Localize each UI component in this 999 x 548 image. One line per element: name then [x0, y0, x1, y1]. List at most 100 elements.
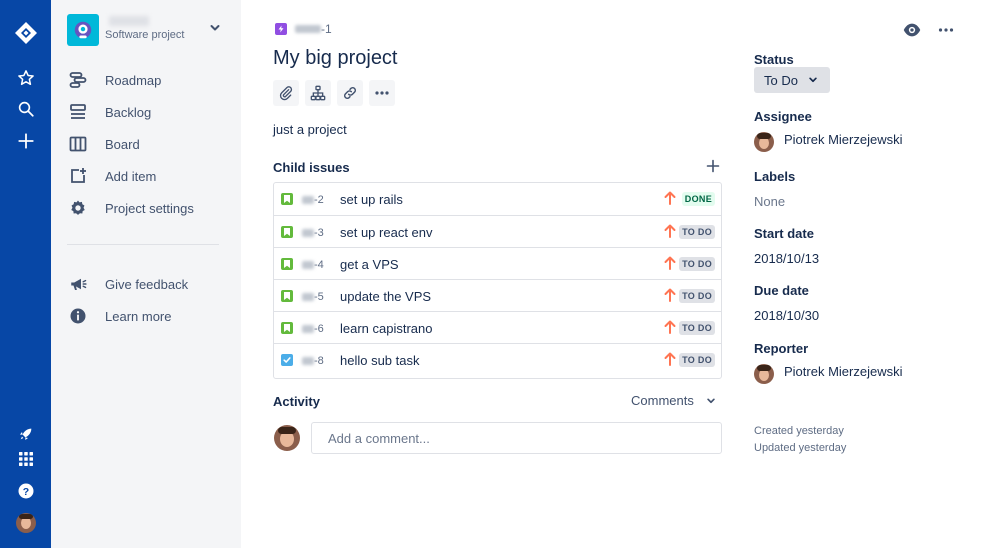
child-issues-list: -2 set up rails DONE -3 set up react env…: [273, 182, 722, 379]
child-issue-row[interactable]: -3 set up react env TO DO: [274, 215, 721, 247]
story-icon: [281, 290, 293, 302]
labels-value[interactable]: None: [754, 194, 785, 209]
user-avatar[interactable]: [0, 512, 51, 534]
add-child-icon[interactable]: [706, 159, 720, 176]
issue-key[interactable]: -5: [302, 291, 324, 303]
rocket-icon[interactable]: [0, 422, 51, 446]
watch-eye-icon[interactable]: [903, 22, 921, 41]
activity-filter-dropdown[interactable]: Comments: [631, 393, 716, 408]
priority-high-icon: [663, 190, 677, 209]
priority-high-icon: [663, 351, 677, 370]
due-date-value[interactable]: 2018/10/30: [754, 308, 819, 323]
create-child-button[interactable]: [305, 80, 331, 106]
issue-key[interactable]: -4: [302, 259, 324, 271]
sidebar-item-label: Learn more: [105, 308, 172, 324]
sidebar-item-add-item[interactable]: Add item: [67, 163, 227, 189]
jira-logo-icon[interactable]: [0, 18, 51, 48]
project-avatar[interactable]: [67, 14, 99, 46]
issue-summary[interactable]: get a VPS: [340, 257, 399, 272]
child-issues-heading: Child issues: [273, 160, 350, 175]
attachment-icon: [279, 86, 293, 101]
sidebar-divider: [67, 244, 219, 245]
status-value: To Do: [764, 72, 798, 88]
sidebar-item-label: Add item: [105, 168, 157, 184]
assignee-name: Piotrek Mierzejewski: [784, 132, 903, 147]
create-plus-icon[interactable]: [0, 129, 51, 153]
sidebar-item-learn-more[interactable]: Learn more: [67, 303, 227, 329]
issue-summary[interactable]: learn capistrano: [340, 321, 433, 336]
issue-title[interactable]: My big project: [273, 47, 398, 70]
issue-key[interactable]: -3: [302, 227, 324, 239]
child-issue-row[interactable]: -8 hello sub task TO DO: [274, 343, 721, 375]
story-icon: [281, 193, 293, 205]
global-navigation: ?: [0, 0, 51, 548]
activity-filter-label: Comments: [631, 393, 694, 408]
epic-icon: [275, 23, 287, 35]
megaphone-icon: [67, 273, 89, 295]
breadcrumb[interactable]: -1: [275, 22, 332, 36]
comment-input[interactable]: [311, 422, 722, 454]
help-icon[interactable]: ?: [0, 479, 51, 503]
assignee-avatar: [754, 132, 774, 152]
sidebar-item-label: Backlog: [105, 104, 152, 120]
issue-key[interactable]: -2: [302, 194, 324, 206]
labels-label: Labels: [754, 169, 796, 184]
status-badge: TO DO: [679, 225, 715, 239]
assignee-field[interactable]: Piotrek Mierzejewski: [754, 132, 903, 152]
reporter-field[interactable]: Piotrek Mierzejewski: [754, 364, 903, 384]
status-label: Status: [754, 52, 794, 67]
child-issue-row[interactable]: -6 learn capistrano TO DO: [274, 311, 721, 343]
activity-heading: Activity: [273, 394, 320, 409]
attach-button[interactable]: [273, 80, 299, 106]
sidebar-item-label: Give feedback: [105, 276, 189, 292]
app-switcher-icon[interactable]: [0, 447, 51, 471]
chevron-down-icon[interactable]: [209, 22, 221, 37]
breadcrumb-issue-key: -1: [321, 22, 332, 36]
issue-summary[interactable]: update the VPS: [340, 289, 431, 304]
backlog-icon: [67, 101, 89, 123]
assignee-label: Assignee: [754, 109, 812, 124]
child-issue-row[interactable]: -2 set up rails DONE: [274, 183, 721, 215]
sidebar-item-roadmap[interactable]: Roadmap: [67, 67, 227, 93]
star-icon[interactable]: [0, 66, 51, 90]
status-dropdown[interactable]: To Do: [754, 67, 830, 93]
sidebar-item-project-settings[interactable]: Project settings: [67, 195, 227, 221]
reporter-avatar: [754, 364, 774, 384]
story-icon: [281, 322, 293, 334]
search-icon[interactable]: [0, 97, 51, 121]
story-icon: [281, 226, 293, 238]
project-name-redacted: [109, 16, 149, 26]
issue-key[interactable]: -8: [302, 355, 324, 367]
sidebar-item-board[interactable]: Board: [67, 131, 227, 157]
issue-summary[interactable]: hello sub task: [340, 353, 420, 368]
child-issue-row[interactable]: -5 update the VPS TO DO: [274, 279, 721, 311]
issue-key[interactable]: -6: [302, 323, 324, 335]
sidebar-item-backlog[interactable]: Backlog: [67, 99, 227, 125]
sidebar-item-give-feedback[interactable]: Give feedback: [67, 271, 227, 297]
priority-high-icon: [663, 223, 677, 242]
sidebar-item-label: Roadmap: [105, 72, 162, 88]
gear-icon: [67, 197, 89, 219]
board-icon: [67, 133, 89, 155]
issue-summary[interactable]: set up react env: [340, 225, 433, 240]
status-badge: TO DO: [679, 321, 715, 335]
add-item-icon: [67, 165, 89, 187]
priority-high-icon: [663, 319, 677, 338]
status-badge: DONE: [681, 192, 715, 206]
sidebar-item-label: Project settings: [105, 200, 194, 216]
roadmap-icon: [67, 69, 89, 91]
start-date-value[interactable]: 2018/10/13: [754, 251, 819, 266]
issue-summary[interactable]: set up rails: [340, 192, 403, 207]
project-sidebar: Software project Roadmap Backlog Board A…: [51, 0, 241, 548]
issue-description[interactable]: just a project: [273, 122, 347, 137]
child-issue-row[interactable]: -4 get a VPS TO DO: [274, 247, 721, 279]
more-icon[interactable]: [938, 22, 954, 41]
issue-main-panel: -1 My big project just a project Child i…: [241, 0, 999, 548]
link-issue-button[interactable]: [337, 80, 363, 106]
due-date-label: Due date: [754, 283, 809, 298]
priority-high-icon: [663, 287, 677, 306]
chevron-down-icon: [809, 77, 817, 83]
reporter-name: Piotrek Mierzejewski: [784, 364, 903, 379]
project-type: Software project: [105, 29, 185, 41]
more-actions-button[interactable]: [369, 80, 395, 106]
